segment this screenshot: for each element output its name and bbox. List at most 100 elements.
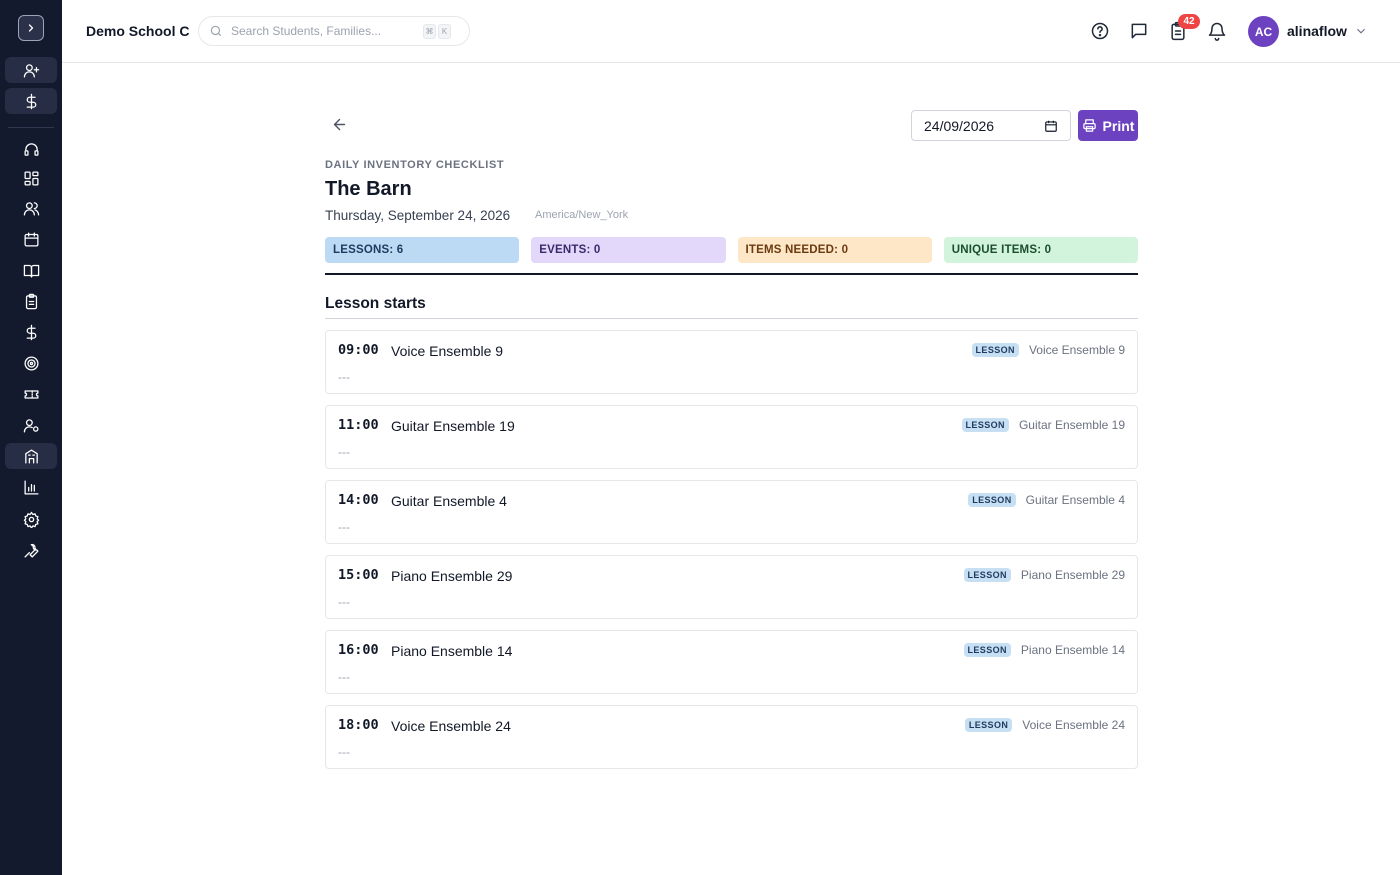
section-title: Lesson starts — [325, 295, 426, 312]
sidebar-item-add-user[interactable] — [5, 57, 57, 83]
dashboard-icon — [23, 170, 39, 186]
sidebar-toggle-button[interactable] — [18, 15, 44, 41]
lesson-name: Guitar Ensemble 4 — [391, 493, 507, 509]
sidebar-item-locations[interactable] — [5, 443, 57, 469]
bell-icon — [1208, 22, 1226, 41]
lesson-tag: LESSON — [961, 418, 1009, 432]
lesson-card[interactable]: 18:00 Voice Ensemble 24 --- LESSON Voice… — [325, 705, 1138, 769]
stats-bar: LESSONS: 6 EVENTS: 0 ITEMS NEEDED: 0 UNI… — [325, 237, 1138, 263]
tasks-button[interactable]: 42 — [1168, 14, 1200, 41]
lesson-note: --- — [338, 445, 350, 459]
lesson-name: Piano Ensemble 14 — [391, 643, 513, 659]
message-icon — [1131, 23, 1147, 39]
lesson-name: Guitar Ensemble 19 — [391, 418, 515, 434]
print-button[interactable]: Print — [1078, 110, 1138, 141]
users-icon — [23, 201, 39, 216]
lesson-label: Guitar Ensemble 19 — [1018, 418, 1125, 432]
sidebar-item-calendar[interactable] — [5, 226, 57, 252]
date-picker[interactable]: 24/09/2026 — [911, 110, 1071, 141]
stat-events: EVENTS: 0 — [531, 237, 726, 263]
help-icon — [1091, 22, 1109, 40]
lesson-label: Piano Ensemble 29 — [1020, 568, 1125, 582]
target-icon — [23, 355, 39, 371]
book-icon — [23, 264, 39, 278]
school-name[interactable]: Demo School C — [86, 23, 189, 39]
user-menu-toggle[interactable] — [1354, 24, 1368, 38]
report-date: Thursday, September 24, 2026 — [325, 208, 511, 223]
dollar-icon — [26, 324, 36, 340]
wrench-icon — [23, 543, 39, 558]
help-button[interactable] — [1090, 21, 1110, 41]
sidebar-item-dashboard[interactable] — [5, 165, 57, 191]
gear-icon — [23, 511, 39, 528]
username[interactable]: alinaflow — [1287, 23, 1347, 39]
lesson-time: 16:00 — [338, 642, 379, 658]
lesson-note: --- — [338, 520, 350, 534]
ticket-icon — [23, 389, 39, 399]
user-settings-icon — [23, 418, 39, 433]
lesson-card[interactable]: 15:00 Piano Ensemble 29 --- LESSON Piano… — [325, 555, 1138, 619]
printer-icon — [1082, 119, 1096, 132]
sidebar-item-reports[interactable] — [5, 474, 57, 500]
lesson-label: Voice Ensemble 9 — [1028, 343, 1125, 357]
lesson-name: Voice Ensemble 9 — [391, 343, 504, 359]
lesson-card[interactable]: 14:00 Guitar Ensemble 4 --- LESSON Guita… — [325, 480, 1138, 544]
stat-items-needed: ITEMS NEEDED: 0 — [737, 237, 932, 263]
lesson-list: 09:00 Voice Ensemble 9 --- LESSON Voice … — [325, 330, 1138, 780]
sidebar-item-tickets[interactable] — [5, 381, 57, 407]
sidebar-item-library[interactable] — [5, 257, 57, 283]
dollar-icon — [26, 93, 36, 109]
lesson-note: --- — [338, 670, 350, 684]
section-underline — [325, 318, 1138, 319]
lesson-tag: LESSON — [968, 493, 1016, 507]
stat-lessons: LESSONS: 6 — [325, 237, 520, 263]
calendar-icon — [23, 231, 39, 247]
lesson-tag: LESSON — [964, 718, 1013, 732]
tasks-count-badge: 42 — [1178, 14, 1200, 29]
lesson-label: Guitar Ensemble 4 — [1025, 493, 1125, 507]
sidebar-item-support[interactable] — [5, 136, 57, 162]
add-user-icon — [23, 63, 39, 78]
date-value: 24/09/2026 — [924, 117, 995, 134]
lesson-note: --- — [338, 745, 350, 759]
messages-button[interactable] — [1129, 21, 1149, 41]
search-icon — [210, 25, 222, 37]
lesson-tag: LESSON — [971, 343, 1019, 357]
page-title: The Barn — [325, 178, 412, 200]
sidebar-item-staff[interactable] — [5, 412, 57, 438]
lesson-time: 18:00 — [338, 717, 379, 733]
lesson-time: 09:00 — [338, 342, 379, 358]
lesson-tag: LESSON — [963, 568, 1011, 582]
chevron-down-icon — [1357, 28, 1365, 34]
headset-icon — [23, 142, 39, 156]
lesson-card[interactable]: 09:00 Voice Ensemble 9 --- LESSON Voice … — [325, 330, 1138, 394]
building-icon — [24, 448, 38, 464]
print-label: Print — [1102, 117, 1135, 134]
lesson-card[interactable]: 16:00 Piano Ensemble 14 --- LESSON Piano… — [325, 630, 1138, 694]
sidebar-item-settings[interactable] — [5, 506, 57, 532]
lesson-time: 15:00 — [338, 567, 379, 583]
lesson-note: --- — [338, 595, 350, 609]
sidebar — [0, 0, 62, 875]
clipboard-icon — [25, 293, 37, 309]
lesson-time: 14:00 — [338, 492, 379, 508]
lesson-card[interactable]: 11:00 Guitar Ensemble 19 --- LESSON Guit… — [325, 405, 1138, 469]
avatar[interactable]: AC — [1248, 16, 1279, 47]
sidebar-item-goals[interactable] — [5, 350, 57, 376]
search-input[interactable] — [231, 24, 421, 38]
shortcut-key-cmd: ⌘ — [423, 23, 436, 39]
bar-chart-icon — [23, 479, 39, 495]
stat-unique-items: UNIQUE ITEMS: 0 — [943, 237, 1138, 263]
report-eyebrow: DAILY INVENTORY CHECKLIST — [325, 159, 505, 171]
search-box[interactable]: ⌘ K — [198, 16, 470, 46]
sidebar-item-billing[interactable] — [5, 88, 57, 114]
sidebar-item-users[interactable] — [5, 195, 57, 221]
lesson-tag: LESSON — [963, 643, 1011, 657]
back-button[interactable] — [331, 116, 351, 136]
top-header: Demo School C ⌘ K 42 AC alinaflow — [62, 0, 1400, 63]
sidebar-item-tools[interactable] — [5, 537, 57, 563]
lesson-name: Voice Ensemble 24 — [391, 718, 511, 734]
sidebar-item-checklist[interactable] — [5, 288, 57, 314]
sidebar-item-payments[interactable] — [5, 319, 57, 345]
notifications-button[interactable] — [1207, 21, 1227, 41]
